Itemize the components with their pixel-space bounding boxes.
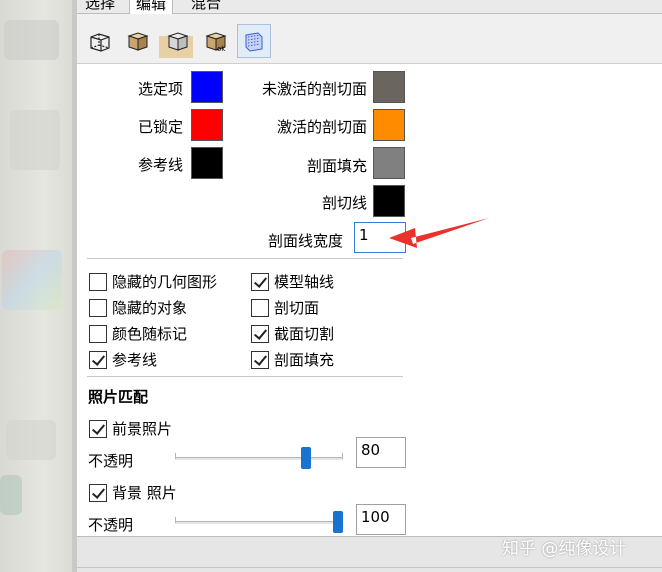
hidden-geometry-checkbox[interactable]: 隐藏的几何图形 (89, 271, 217, 292)
checkbox-box[interactable] (89, 324, 107, 343)
locked-color-swatch[interactable] (191, 109, 223, 141)
section-plane-icon[interactable] (237, 24, 271, 58)
locked-color-label: 已锁定 (137, 118, 183, 136)
slider-track (175, 457, 343, 460)
foreground-opacity-input[interactable]: 80 (356, 437, 406, 468)
slider-track (175, 521, 343, 524)
photo-match-heading: 照片匹配 (88, 388, 149, 406)
separator (87, 258, 403, 259)
blurred-shape (4, 20, 59, 60)
background-viewport (0, 0, 72, 572)
checkbox-label: 隐藏的对象 (112, 299, 188, 317)
blurred-shape (0, 475, 22, 515)
shaded-box-icon[interactable] (121, 24, 155, 58)
slider-tick (175, 453, 176, 459)
guides-checkbox[interactable]: 参考线 (89, 349, 157, 370)
checkbox-box[interactable] (251, 324, 269, 343)
checkbox-box[interactable] (251, 272, 269, 291)
checkbox-box[interactable] (251, 350, 269, 369)
section-line-swatch[interactable] (373, 185, 405, 217)
inactive-section-plane-label: 未激活的剖切面 (261, 80, 367, 98)
slider-thumb[interactable] (301, 447, 311, 469)
checkbox-box[interactable] (89, 298, 107, 317)
box-ok-icon[interactable]: ok (199, 24, 233, 58)
blurred-shape (10, 110, 60, 170)
checkbox-box[interactable] (89, 272, 107, 291)
background-opacity-label: 不透明 (88, 516, 134, 534)
tab-mix[interactable]: 混合 (185, 0, 227, 14)
background-photo-checkbox[interactable]: 背景 照片 (89, 482, 177, 503)
styles-edit-panel: 选择 编辑 混合 ok 选定项 已锁定 参考线 未激活的剖切面 激活的剖切面 剖… (77, 0, 662, 572)
checkbox-label: 背景 照片 (112, 484, 177, 502)
wireframe-box-icon[interactable] (83, 24, 117, 58)
guides-color-label: 参考线 (137, 156, 183, 174)
checkbox-label: 模型轴线 (274, 273, 335, 291)
slider-tick (175, 517, 176, 523)
slider-thumb[interactable] (333, 511, 343, 533)
section-planes-checkbox[interactable]: 剖切面 (251, 297, 319, 318)
checkbox-label: 前景照片 (112, 420, 173, 438)
checkbox-label: 剖面填充 (274, 351, 335, 369)
section-line-width-label: 剖面线宽度 (267, 232, 343, 250)
active-section-plane-swatch[interactable] (373, 109, 405, 141)
slider-tick (342, 453, 343, 459)
blurred-shape (6, 420, 56, 460)
blurred-color-swatch (2, 250, 62, 310)
background-opacity-slider[interactable] (175, 511, 343, 533)
checkbox-label: 截面切割 (274, 325, 335, 343)
checkbox-label: 参考线 (112, 351, 158, 369)
guides-color-swatch[interactable] (191, 147, 223, 179)
selected-color-label: 选定项 (137, 80, 183, 98)
color-by-tag-checkbox[interactable]: 颜色随标记 (89, 323, 187, 344)
section-fill-label: 剖面填充 (306, 157, 367, 175)
tab-bar: 选择 编辑 混合 (77, 0, 662, 14)
checkbox-box[interactable] (89, 483, 107, 502)
tab-select[interactable]: 选择 (79, 0, 121, 14)
selected-color-swatch[interactable] (191, 71, 223, 103)
divider (77, 567, 662, 568)
foreground-opacity-label: 不透明 (88, 452, 134, 470)
checkbox-box[interactable] (89, 419, 107, 438)
section-fill-checkbox[interactable]: 剖面填充 (251, 349, 334, 370)
annotation-arrow-icon (389, 218, 489, 248)
background-opacity-input[interactable]: 100 (356, 504, 406, 535)
edit-toolbar: ok (77, 14, 662, 64)
checkbox-label: 颜色随标记 (112, 325, 188, 343)
watermark: 知乎 @纯像设计 (502, 539, 627, 559)
checkbox-label: 隐藏的几何图形 (112, 273, 218, 291)
svg-text:ok: ok (217, 45, 226, 53)
model-axes-checkbox[interactable]: 模型轴线 (251, 271, 334, 292)
foreground-opacity-slider[interactable] (175, 447, 343, 469)
inactive-section-plane-swatch[interactable] (373, 71, 405, 103)
textured-box-icon[interactable] (161, 24, 195, 58)
checkbox-label: 剖切面 (274, 299, 320, 317)
foreground-photo-checkbox[interactable]: 前景照片 (89, 418, 172, 439)
section-line-label: 剖切线 (321, 194, 367, 212)
section-fill-swatch[interactable] (373, 147, 405, 179)
section-cuts-checkbox[interactable]: 截面切割 (251, 323, 334, 344)
tab-edit[interactable]: 编辑 (129, 0, 174, 14)
hidden-objects-checkbox[interactable]: 隐藏的对象 (89, 297, 187, 318)
checkbox-box[interactable] (89, 350, 107, 369)
separator (87, 376, 403, 377)
checkbox-box[interactable] (251, 298, 269, 317)
active-section-plane-label: 激活的剖切面 (276, 118, 367, 136)
